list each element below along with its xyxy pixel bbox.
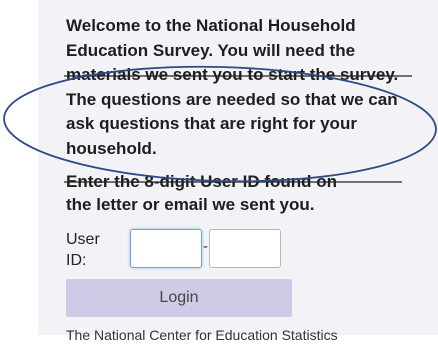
user-id-label: User ID: [66, 231, 100, 269]
login-button[interactable]: Login [66, 279, 292, 317]
instruction-text: Enter the 8-digit User ID found on the l… [66, 172, 338, 214]
user-id-first-input[interactable] [130, 229, 202, 268]
user-id-second-input[interactable] [209, 229, 281, 268]
footer-text: The National Center for Education Statis… [66, 327, 338, 343]
user-id-separator: - [203, 238, 208, 255]
welcome-text: Welcome to the National Household Educat… [66, 16, 399, 158]
